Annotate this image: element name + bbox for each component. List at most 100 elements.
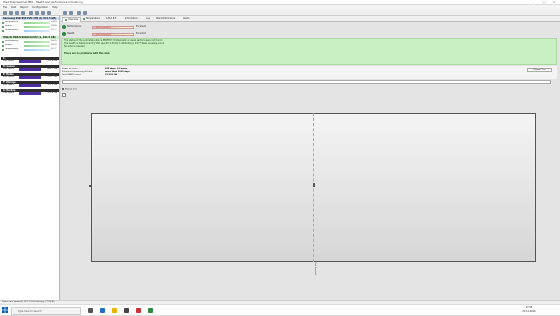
report-icon[interactable] <box>9 10 13 15</box>
row-value: 33 °C <box>51 29 57 31</box>
forward-icon[interactable] <box>69 10 73 15</box>
back-icon[interactable] <box>63 10 67 15</box>
drive-free-label: Free space <box>3 60 15 62</box>
row-value: 100% <box>51 44 57 46</box>
tab-information[interactable]: Information <box>123 17 140 22</box>
checkbox-icon[interactable] <box>62 88 64 90</box>
edge-icon[interactable] <box>100 307 105 313</box>
health-row: Health 100% <box>1 25 59 28</box>
row-label: Temperature <box>5 48 19 50</box>
info-panel: Power on time: 185 days, 15 hours Estima… <box>61 66 557 79</box>
drive-free-value: 203.4 GB <box>47 92 57 94</box>
tab-smart[interactable]: S.M.A.R.T. <box>104 17 119 22</box>
drive-free-label: Free space <box>3 68 15 70</box>
row-label: Health <box>5 25 12 27</box>
drive-usage-bar <box>19 84 41 87</box>
send-icon[interactable] <box>15 10 19 15</box>
test-icon[interactable] <box>29 10 33 15</box>
status-bar <box>24 25 50 28</box>
clock[interactable]: 17:55 23.11.2020 <box>522 306 536 313</box>
info-key: Power on time: <box>62 68 78 70</box>
tab-temperature[interactable]: Temperature <box>81 17 102 22</box>
status-icon <box>2 29 4 32</box>
help-icon[interactable] <box>41 10 45 15</box>
info-value: more than 1000 days <box>105 71 130 73</box>
tab-alerts[interactable]: Alerts <box>181 17 191 22</box>
explorer-icon[interactable] <box>112 307 117 313</box>
store-icon[interactable] <box>124 307 129 313</box>
tab-disk-performance[interactable]: Disk Performance <box>154 17 177 22</box>
status-icon <box>2 21 4 24</box>
status-bar <box>24 29 50 32</box>
drive-usage-bar <box>19 76 41 79</box>
status-icon <box>2 44 4 47</box>
chart-marker <box>312 183 315 187</box>
toolbar <box>0 9 560 16</box>
clock-date: 23.11.2020 <box>522 309 536 313</box>
row-value: 100% <box>51 25 57 27</box>
row-value: 100% <box>51 40 57 42</box>
check-icon <box>62 25 66 29</box>
list-icon[interactable] <box>83 10 87 15</box>
performance-state: Excellent <box>136 25 146 28</box>
banner-line: There are no problems with this disk. <box>64 52 111 55</box>
info-key: Estimated remaining lifetime: <box>62 71 93 73</box>
disk-header[interactable]: Samsung SSD 860 EVO 1TB (0, 931.5 GB) <box>1 17 59 20</box>
row-label: Temperature <box>5 29 19 31</box>
drive-usage-bar <box>19 92 41 95</box>
task-view-icon[interactable] <box>88 307 93 313</box>
drive-free-value: 112.4 GB <box>47 60 57 62</box>
drive-usage-bar <box>19 60 41 63</box>
chart-divider <box>313 113 314 262</box>
temp-row: Temperature 35 °C <box>1 48 59 51</box>
expand-button[interactable] <box>62 93 66 97</box>
status-bar <box>24 21 50 24</box>
check-icon <box>62 32 66 36</box>
drive-row: Free space 250.7 GB <box>1 76 59 79</box>
status-icon <box>2 25 4 28</box>
performance-row: Performance: 100 % Excellent Excellent <box>62 24 152 30</box>
health-label: Health: <box>67 32 75 35</box>
app-icon[interactable] <box>136 307 141 313</box>
info-value: 23,532 GB <box>105 74 118 76</box>
repeat-test-button[interactable]: Repeat Test <box>527 68 552 72</box>
tab-log[interactable]: Log <box>144 17 152 22</box>
window-title: Hard Disk Sentinel PRO - Health and perf… <box>3 1 83 4</box>
status-icon <box>2 48 4 51</box>
status-banner: The status of the solid state disk is PE… <box>61 38 557 65</box>
status-bar <box>24 40 50 43</box>
row-value: 100% <box>51 21 57 23</box>
health-bar: 100 % Excellent <box>92 32 134 36</box>
hd-sentinel-icon[interactable] <box>148 307 153 313</box>
info-icon[interactable] <box>47 10 51 15</box>
row-value: 35 °C <box>51 48 57 50</box>
comment-field[interactable] <box>62 80 551 84</box>
status-bar <box>24 48 50 51</box>
drive-free-label: Free space <box>3 92 15 94</box>
health-row: Health 100% <box>1 44 59 47</box>
row-label: Health <box>5 44 12 46</box>
print-icon[interactable] <box>21 10 25 15</box>
drive-free-value: 250.7 GB <box>47 76 57 78</box>
drive-free-label: Free space <box>3 84 15 86</box>
settings-icon[interactable] <box>35 10 39 15</box>
tab-overview[interactable]: Overview <box>62 17 82 22</box>
performance-bar: 100 % Excellent <box>92 25 134 29</box>
drive-row: Free space 203.4 GB <box>1 92 59 95</box>
home-icon[interactable] <box>77 10 81 15</box>
refresh-icon[interactable] <box>3 10 7 15</box>
disk-sidebar: Samsung SSD 860 EVO 1TB (0, 931.5 GB) Pe… <box>0 16 60 301</box>
info-key: Total NAND writes: <box>62 74 82 76</box>
disk-header[interactable]: Hitachi HDS721010CLA332 (1, 931.5 GB) <box>1 36 59 39</box>
chart-axis-label: Disk Sentinel <box>314 262 316 276</box>
repeat-checkbox[interactable]: Repeat test <box>62 88 77 91</box>
drive-free-value: 466.1 GB <box>47 68 57 70</box>
banner-line: No actions needed. <box>64 45 86 48</box>
drive-free-value: 311.9 GB <box>47 84 57 86</box>
status-icon <box>2 40 4 43</box>
taskbar-search-input[interactable]: Type here to search <box>11 306 81 315</box>
drive-usage-bar <box>19 68 41 71</box>
temp-row: Temperature 33 °C <box>1 29 59 32</box>
health-state: Excellent <box>136 32 146 35</box>
windows-start-icon[interactable] <box>2 307 8 313</box>
